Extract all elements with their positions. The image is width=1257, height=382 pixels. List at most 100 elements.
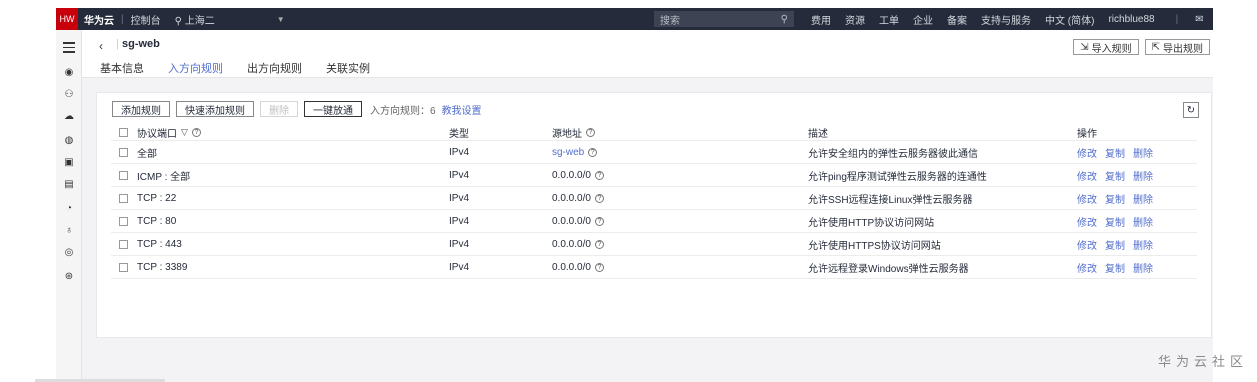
header-actions: ⇲ 导入规则 ⇱ 导出规则 <box>1073 39 1210 55</box>
search-input[interactable]: 搜索 ⚲ <box>654 11 794 27</box>
import-rules-button[interactable]: ⇲ 导入规则 <box>1073 39 1139 55</box>
edit-link[interactable]: 修改 <box>1077 237 1097 252</box>
copy-link[interactable]: 复制 <box>1105 191 1125 206</box>
service-list-icon[interactable]: ⚇ <box>62 88 76 102</box>
row-checkbox[interactable] <box>119 193 128 203</box>
nav-support[interactable]: 支持与服务 <box>981 12 1031 27</box>
help-icon[interactable]: ? <box>594 170 604 180</box>
one-click-allow-button[interactable]: 一键放通 <box>304 101 362 117</box>
nav-username[interactable]: richblue88 <box>1108 14 1154 25</box>
row-checkbox[interactable] <box>119 147 128 157</box>
nav-enterprise[interactable]: 企业 <box>913 12 933 27</box>
table-row: TCP : 443 IPv4 0.0.0.0/0? 允许使用HTTPS协议访问网站 修改… <box>111 233 1197 256</box>
cell-type: IPv4 <box>449 215 470 227</box>
nav-language[interactable]: 中文 (简体) <box>1045 12 1094 27</box>
cell-protocol-port: ICMP : 全部 <box>137 171 191 183</box>
col-protocol-port: 协议端口 <box>137 129 177 140</box>
delete-link[interactable]: 删除 <box>1133 168 1153 183</box>
row-checkbox[interactable] <box>119 239 128 249</box>
table-row: ICMP : 全部 IPv4 0.0.0.0/0? 允许ping程序测试弹性云服务器的… <box>111 164 1197 187</box>
rules-toolbar: 添加规则 快速添加规则 删除 一键放通 入方向规则：6 教我设置 <box>112 101 482 117</box>
table-row: TCP : 22 IPv4 0.0.0.0/0? 允许SSH远程连接Linux弹性云服… <box>111 187 1197 210</box>
delete-link[interactable]: 删除 <box>1133 191 1153 206</box>
cell-type: IPv4 <box>449 169 470 181</box>
console-link[interactable]: 控制台 <box>131 12 161 27</box>
nav-fees[interactable]: 费用 <box>811 12 831 27</box>
cell-source: 0.0.0.0/0 <box>552 169 591 181</box>
help-icon[interactable]: ? <box>594 262 604 272</box>
filter-icon[interactable]: ▽ <box>181 127 188 138</box>
cell-source: 0.0.0.0/0 <box>552 192 591 204</box>
edit-link[interactable]: 修改 <box>1077 191 1097 206</box>
refresh-icon[interactable]: ↻ <box>1183 102 1199 118</box>
teach-me-link[interactable]: 教我设置 <box>442 102 482 117</box>
row-checkbox[interactable] <box>119 170 128 180</box>
divider: | <box>121 13 124 25</box>
storage-icon[interactable]: ▤ <box>62 178 76 192</box>
location-pin-icon: ⚲ <box>174 15 182 27</box>
settings-icon[interactable]: ⊛ <box>62 270 76 284</box>
security-icon[interactable]: ♁ <box>62 224 76 238</box>
brand-name[interactable]: 华为云 <box>84 12 114 27</box>
mail-icon[interactable]: ✉ <box>1195 14 1203 25</box>
import-icon: ⇲ <box>1080 41 1089 53</box>
huawei-logo-icon[interactable]: HW <box>56 8 78 30</box>
rule-count: 入方向规则：6 <box>370 105 436 117</box>
edit-link[interactable]: 修改 <box>1077 145 1097 160</box>
network-icon[interactable]: ◔ <box>62 202 76 216</box>
edit-link[interactable]: 修改 <box>1077 214 1097 229</box>
export-rules-button[interactable]: ⇱ 导出规则 <box>1144 39 1210 55</box>
cell-protocol-port: 全部 <box>137 148 157 160</box>
delete-link[interactable]: 删除 <box>1133 145 1153 160</box>
help-icon[interactable]: ? <box>586 128 595 137</box>
help-icon[interactable]: ? <box>594 193 604 203</box>
edit-link[interactable]: 修改 <box>1077 260 1097 275</box>
cell-description: 允许使用HTTP协议访问网站 <box>808 217 935 229</box>
cell-source[interactable]: sg-web <box>552 147 584 158</box>
menu-icon[interactable] <box>63 42 75 56</box>
globe-icon[interactable]: ◎ <box>62 246 76 260</box>
back-icon[interactable]: ‹ <box>99 39 103 53</box>
nav-resources[interactable]: 资源 <box>845 12 865 27</box>
top-nav: 费用 资源 工单 企业 备案 支持与服务 中文 (简体) richblue88 … <box>811 8 1204 30</box>
copy-link[interactable]: 复制 <box>1105 214 1125 229</box>
left-margin <box>0 0 56 382</box>
cell-type: IPv4 <box>449 192 470 204</box>
server-icon[interactable]: ▣ <box>62 156 76 170</box>
delete-link[interactable]: 删除 <box>1133 237 1153 252</box>
cell-description: 允许安全组内的弹性云服务器彼此通信 <box>808 148 978 160</box>
quick-add-rule-button[interactable]: 快速添加规则 <box>176 101 254 117</box>
copy-link[interactable]: 复制 <box>1105 168 1125 183</box>
add-rule-button[interactable]: 添加规则 <box>112 101 170 117</box>
col-description: 描述 <box>808 129 828 140</box>
delete-link[interactable]: 删除 <box>1133 260 1153 275</box>
row-checkbox[interactable] <box>119 262 128 272</box>
search-icon[interactable]: ⚲ <box>781 14 788 25</box>
help-icon[interactable]: ? <box>588 147 598 157</box>
dashboard-icon[interactable]: ◉ <box>62 66 76 80</box>
select-all-checkbox[interactable] <box>119 128 128 137</box>
help-icon[interactable]: ? <box>191 128 201 137</box>
region-selector[interactable]: ⚲ 上海二 ▼ <box>175 12 285 27</box>
page-title: sg-web <box>122 38 160 50</box>
table-row: 全部 IPv4 sg-web? 允许安全组内的弹性云服务器彼此通信 修改 复制 删除 <box>111 141 1197 164</box>
cloud-icon[interactable]: ☁ <box>62 110 76 124</box>
edit-link[interactable]: 修改 <box>1077 168 1097 183</box>
delete-link[interactable]: 删除 <box>1133 214 1153 229</box>
copy-link[interactable]: 复制 <box>1105 260 1125 275</box>
nav-tickets[interactable]: 工单 <box>879 12 899 27</box>
copy-link[interactable]: 复制 <box>1105 145 1125 160</box>
database-icon[interactable]: ◍ <box>62 134 76 148</box>
copy-link[interactable]: 复制 <box>1105 237 1125 252</box>
delete-rules-button[interactable]: 删除 <box>260 101 298 117</box>
nav-icp[interactable]: 备案 <box>947 12 967 27</box>
cell-source: 0.0.0.0/0 <box>552 261 591 273</box>
watermark: 华为云社区 <box>1158 355 1249 370</box>
help-icon[interactable]: ? <box>594 216 604 226</box>
cell-protocol-port: TCP : 80 <box>137 215 177 227</box>
search-placeholder: 搜索 <box>660 15 680 27</box>
col-source: 源地址 <box>552 129 582 140</box>
help-icon[interactable]: ? <box>594 239 604 249</box>
col-type: 类型 <box>449 129 469 140</box>
row-checkbox[interactable] <box>119 216 128 226</box>
